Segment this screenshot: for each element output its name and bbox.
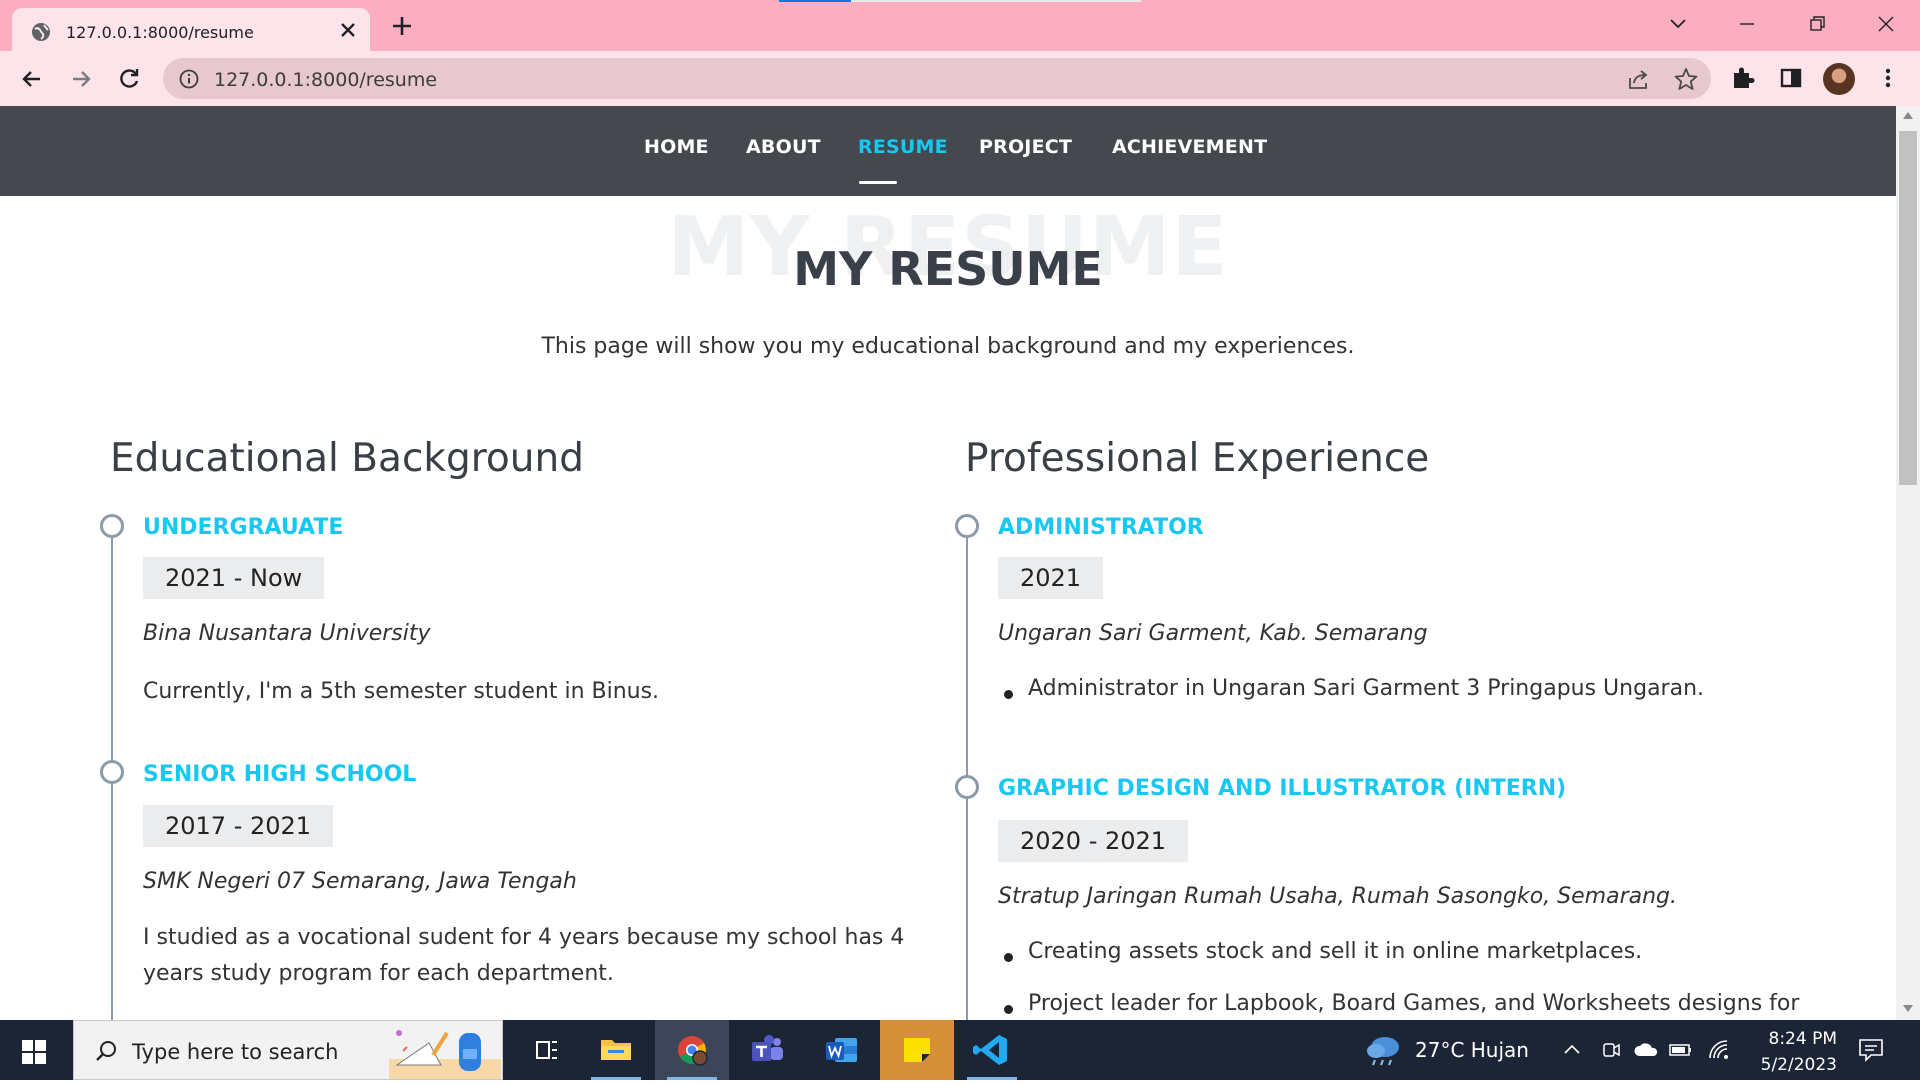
nav-resume[interactable]: RESUME bbox=[858, 136, 948, 158]
scroll-thumb[interactable] bbox=[1899, 131, 1917, 485]
task-view-icon[interactable] bbox=[510, 1020, 584, 1080]
chevron-up-icon[interactable] bbox=[1562, 1040, 1582, 1060]
close-window-icon[interactable] bbox=[1871, 9, 1901, 39]
education-item-title: UNDERGRAUATE bbox=[143, 515, 344, 540]
tab-title: 127.0.0.1:8000/resume bbox=[66, 23, 254, 42]
bullet-dot bbox=[1004, 690, 1013, 699]
address-bar[interactable]: 127.0.0.1:8000/resume bbox=[163, 58, 1711, 99]
experience-bullet: Creating assets stock and sell it in onl… bbox=[1028, 939, 1643, 964]
minimize-icon[interactable] bbox=[1732, 9, 1762, 39]
nav-achievement[interactable]: ACHIEVEMENT bbox=[1112, 136, 1267, 158]
experience-item-date: 2021 bbox=[998, 557, 1104, 599]
sidepanel-icon[interactable] bbox=[1777, 64, 1805, 92]
system-clock[interactable]: 8:24 PM 5/2/2023 bbox=[1727, 1026, 1837, 1078]
experience-item-place: Stratup Jaringan Rumah Usaha, Rumah Saso… bbox=[998, 884, 1678, 909]
timeline-dot bbox=[955, 775, 979, 799]
scroll-down-icon[interactable] bbox=[1903, 1005, 1913, 1013]
site-nav: HOME ABOUT RESUME PROJECT ACHIEVEMENT bbox=[0, 106, 1896, 196]
education-item-date: 2021 - Now bbox=[143, 557, 325, 599]
star-icon[interactable] bbox=[1673, 66, 1699, 92]
address-url: 127.0.0.1:8000/resume bbox=[214, 69, 438, 91]
loading-bar-fill bbox=[779, 0, 851, 2]
back-arrow-icon[interactable] bbox=[18, 65, 46, 93]
experience-heading: Professional Experience bbox=[965, 436, 1430, 481]
experience-item-title: ADMINISTRATOR bbox=[998, 515, 1204, 540]
nav-about[interactable]: ABOUT bbox=[746, 136, 821, 158]
clock-time: 8:24 PM bbox=[1768, 1029, 1838, 1049]
teams-icon[interactable] bbox=[730, 1020, 804, 1080]
info-icon[interactable] bbox=[178, 68, 200, 90]
education-item-desc: Currently, I'm a 5th semester student in… bbox=[143, 679, 660, 704]
bullet-dot bbox=[1004, 1005, 1013, 1014]
page-scrollbar[interactable] bbox=[1896, 106, 1920, 1020]
taskbar: Type here to search 27°C Hujan 8:24 PM 5… bbox=[0, 1020, 1920, 1080]
avatar[interactable] bbox=[1823, 63, 1855, 95]
extensions-icon[interactable] bbox=[1729, 64, 1757, 92]
menu-icon[interactable] bbox=[1874, 64, 1902, 92]
education-item-place: Bina Nusantara University bbox=[143, 621, 431, 646]
restore-icon[interactable] bbox=[1802, 9, 1832, 39]
loading-bar bbox=[779, 0, 1141, 2]
experience-item-date: 2020 - 2021 bbox=[998, 820, 1189, 862]
timeline-dot bbox=[100, 760, 124, 784]
chevron-down-icon[interactable] bbox=[1666, 11, 1690, 35]
share-icon[interactable] bbox=[1626, 66, 1652, 92]
education-item-desc: I studied as a vocational sudent for 4 y… bbox=[143, 925, 905, 986]
search-highlight-illustration-icon bbox=[389, 1030, 501, 1079]
windows-start-icon[interactable] bbox=[22, 1040, 46, 1064]
reload-icon[interactable] bbox=[115, 65, 143, 93]
nav-active-underline bbox=[859, 181, 897, 184]
onedrive-cloud-icon[interactable] bbox=[1633, 1040, 1659, 1060]
search-icon bbox=[96, 1041, 116, 1061]
chrome-icon[interactable] bbox=[655, 1020, 729, 1080]
bullet-dot bbox=[1004, 953, 1013, 962]
page-subtitle: This page will show you my educational b… bbox=[541, 334, 1355, 359]
battery-icon[interactable] bbox=[1668, 1040, 1694, 1060]
sticky-notes-icon[interactable] bbox=[880, 1020, 954, 1080]
close-icon[interactable] bbox=[336, 18, 360, 42]
education-item-title: SENIOR HIGH SCHOOL bbox=[143, 762, 417, 787]
timeline-dot bbox=[100, 514, 124, 538]
tab-strip: 127.0.0.1:8000/resume bbox=[0, 0, 1920, 51]
taskbar-search[interactable]: Type here to search bbox=[73, 1020, 503, 1080]
page-viewport: HOME ABOUT RESUME PROJECT ACHIEVEMENT MY… bbox=[0, 106, 1896, 1020]
forward-arrow-icon[interactable] bbox=[67, 65, 95, 93]
scroll-up-icon[interactable] bbox=[1903, 111, 1913, 119]
timeline-dot bbox=[955, 514, 979, 538]
meet-now-icon[interactable] bbox=[1600, 1039, 1622, 1061]
experience-item-title: GRAPHIC DESIGN AND ILLUSTRATOR (INTERN) bbox=[998, 776, 1567, 801]
nav-project[interactable]: PROJECT bbox=[979, 136, 1072, 158]
vscode-icon[interactable] bbox=[955, 1020, 1029, 1080]
education-heading: Educational Background bbox=[110, 436, 584, 481]
file-explorer-icon[interactable] bbox=[579, 1020, 653, 1080]
education-item-place: SMK Negeri 07 Semarang, Jawa Tengah bbox=[143, 869, 577, 894]
experience-timeline bbox=[966, 526, 968, 1020]
plus-icon[interactable] bbox=[389, 13, 415, 39]
experience-item-place: Ungaran Sari Garment, Kab. Semarang bbox=[998, 621, 1428, 646]
search-placeholder: Type here to search bbox=[132, 1040, 339, 1064]
nav-home[interactable]: HOME bbox=[644, 136, 709, 158]
page-title: MY RESUME bbox=[793, 242, 1103, 296]
education-item-date: 2017 - 2021 bbox=[143, 805, 334, 847]
browser-tab[interactable]: 127.0.0.1:8000/resume bbox=[12, 8, 370, 51]
globe-icon bbox=[32, 23, 50, 41]
browser-toolbar: 127.0.0.1:8000/resume bbox=[0, 51, 1920, 106]
experience-bullet: Project leader for Lapbook, Board Games,… bbox=[1028, 991, 1800, 1016]
weather-text[interactable]: 27°C Hujan bbox=[1415, 1038, 1529, 1062]
weather-rain-icon[interactable] bbox=[1363, 1032, 1403, 1068]
notification-icon[interactable] bbox=[1857, 1037, 1885, 1063]
clock-date: 5/2/2023 bbox=[1760, 1055, 1837, 1075]
word-icon[interactable] bbox=[805, 1020, 879, 1080]
experience-bullet: Administrator in Ungaran Sari Garment 3 … bbox=[1028, 676, 1705, 701]
